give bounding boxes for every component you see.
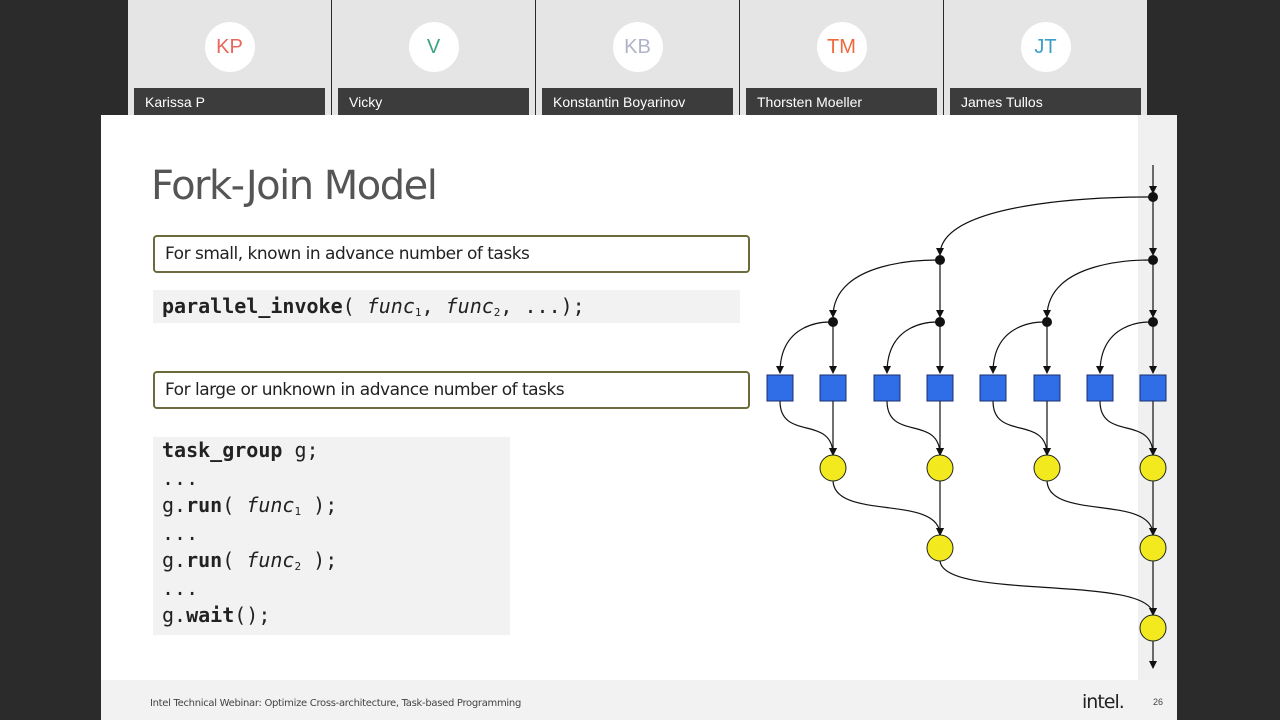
participant-name: Thorsten Moeller <box>746 88 937 115</box>
diagram-edge <box>936 196 1151 256</box>
fork-join-diagram <box>766 165 1167 669</box>
participant-name: Vicky <box>338 88 529 115</box>
join-node <box>1139 454 1167 482</box>
fork-node <box>1148 255 1158 265</box>
fork-node <box>935 317 945 327</box>
participant-strip: KP Karissa P V Vicky KB Konstantin Boyar… <box>128 0 1149 115</box>
fork-node <box>1148 192 1158 202</box>
diagram-edge <box>776 321 831 374</box>
participant-name: Konstantin Boyarinov <box>542 88 733 115</box>
fork-node <box>1148 317 1158 327</box>
diagram-edge <box>989 321 1045 374</box>
slide-footer: Intel Technical Webinar: Optimize Cross-… <box>101 680 1177 720</box>
join-node <box>1139 534 1167 562</box>
task-box <box>979 374 1007 402</box>
participant-tile[interactable]: V Vicky <box>332 0 535 115</box>
join-node <box>926 454 954 482</box>
task-box <box>1033 374 1061 402</box>
diagram-edge <box>1046 479 1157 536</box>
intel-logo: intel. <box>1082 691 1125 713</box>
participant-tile[interactable]: TM Thorsten Moeller <box>740 0 943 115</box>
diagram-edge <box>1096 321 1151 374</box>
diagram-edge <box>886 400 944 456</box>
avatar: KP <box>204 22 255 72</box>
participant-tile[interactable]: KP Karissa P <box>128 0 331 115</box>
avatar: V <box>408 22 459 72</box>
task-box <box>819 374 847 402</box>
join-node <box>1139 614 1167 642</box>
avatar: TM <box>816 22 867 72</box>
shared-slide: Fork-Join Model For small, known in adva… <box>101 115 1177 720</box>
diagram-edge <box>883 321 938 374</box>
fork-node <box>935 255 945 265</box>
diagram-edge <box>992 400 1051 456</box>
task-box <box>873 374 901 402</box>
fork-node <box>828 317 838 327</box>
page-number: 26 <box>1153 697 1164 707</box>
join-node <box>1033 454 1061 482</box>
participant-tile[interactable]: JT James Tullos <box>944 0 1147 115</box>
footer-text: Intel Technical Webinar: Optimize Cross-… <box>150 698 521 709</box>
diagram-edge <box>1099 400 1157 456</box>
diagram-edge <box>939 559 1157 616</box>
diagram-edge <box>779 400 837 456</box>
avatar: KB <box>612 22 663 72</box>
participant-name: Karissa P <box>134 88 325 115</box>
fork-node <box>1042 317 1052 327</box>
task-box <box>926 374 954 402</box>
participant-tile[interactable]: KB Konstantin Boyarinov <box>536 0 739 115</box>
join-node <box>819 454 847 482</box>
avatar: JT <box>1020 22 1071 72</box>
join-node <box>926 534 954 562</box>
diagram-edge <box>829 259 938 318</box>
task-box <box>766 374 794 402</box>
task-box <box>1086 374 1114 402</box>
participant-name: James Tullos <box>950 88 1141 115</box>
task-box <box>1139 374 1167 402</box>
diagram-edge <box>1043 259 1151 318</box>
diagram-edge <box>832 479 944 536</box>
